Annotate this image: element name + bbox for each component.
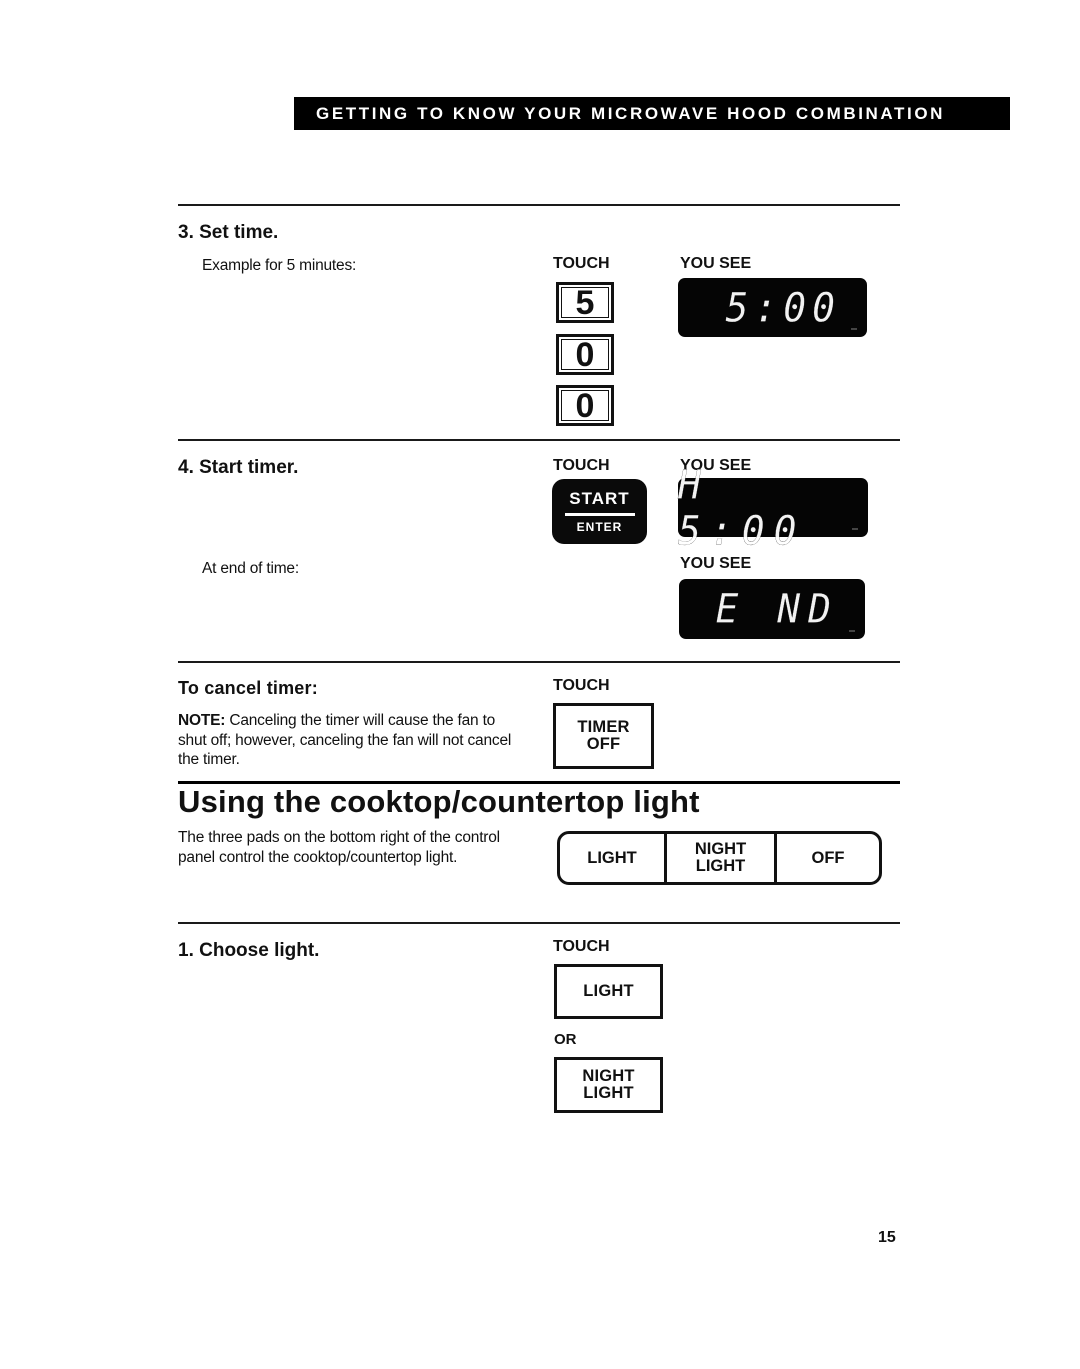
- touch-label: TOUCH: [553, 457, 610, 474]
- example-text: Example for 5 minutes:: [202, 257, 357, 274]
- light-pad-label: LIGHT: [587, 848, 637, 867]
- light-off-pad[interactable]: OFF: [777, 834, 879, 882]
- divider: [178, 204, 900, 206]
- enter-label: ENTER: [576, 520, 623, 534]
- cancel-timer-heading: To cancel timer:: [178, 678, 318, 698]
- number-key-0[interactable]: 0: [556, 385, 614, 426]
- display-readout: E ND: [679, 579, 865, 639]
- night-light-line1: NIGHT: [694, 840, 747, 858]
- display-indicator: [851, 328, 857, 330]
- start-enter-button[interactable]: START ENTER: [552, 479, 647, 544]
- number-key-5[interactable]: 5: [556, 282, 614, 323]
- night-light-pad[interactable]: NIGHT LIGHT: [667, 834, 777, 882]
- cancel-note: NOTE: Canceling the timer will cause the…: [178, 711, 518, 770]
- timer-off-line2: OFF: [586, 735, 621, 753]
- touch-label: TOUCH: [553, 938, 610, 955]
- display-indicator: [852, 528, 858, 530]
- section-heading: Using the cooktop/countertop light: [178, 784, 700, 819]
- display-text: E ND: [715, 585, 839, 633]
- you-see-label: YOU SEE: [680, 255, 752, 272]
- section-banner: GETTING TO KNOW YOUR MICROWAVE HOOD COMB…: [294, 97, 1010, 130]
- display-text: H 5:00: [678, 461, 806, 554]
- night-light-line2: LIGHT: [695, 857, 746, 875]
- divider: [178, 661, 900, 663]
- light-button-label: LIGHT: [583, 982, 634, 1000]
- note-label: NOTE:: [178, 712, 226, 729]
- divider: [178, 439, 900, 441]
- number-key-0[interactable]: 0: [556, 334, 614, 375]
- light-off-label: OFF: [811, 848, 845, 867]
- step-title-start-timer: 4. Start timer.: [178, 457, 299, 478]
- divider: [178, 922, 900, 924]
- page-number: 15: [878, 1229, 896, 1246]
- display-readout: 5:00: [678, 278, 867, 337]
- touch-label: TOUCH: [553, 677, 610, 694]
- note-text: Canceling the timer will cause the fan t…: [178, 712, 512, 768]
- timer-off-line1: TIMER: [577, 718, 630, 736]
- night-light-button-line1: NIGHT: [582, 1067, 635, 1085]
- display-text: 5:00: [725, 284, 841, 331]
- start-divider: [564, 513, 635, 516]
- night-light-button-line2: LIGHT: [583, 1084, 634, 1102]
- you-see-label: YOU SEE: [680, 555, 752, 572]
- start-label: START: [569, 489, 630, 508]
- touch-label: TOUCH: [553, 255, 610, 272]
- or-label: OR: [554, 1031, 577, 1048]
- light-pad[interactable]: LIGHT: [560, 834, 667, 882]
- display-indicator: [849, 630, 855, 632]
- step-title-set-time: 3. Set time.: [178, 222, 279, 243]
- light-description: The three pads on the bottom right of th…: [178, 829, 500, 866]
- banner-title: GETTING TO KNOW YOUR MICROWAVE HOOD COMB…: [316, 103, 946, 123]
- light-control-panel: LIGHT NIGHT LIGHT OFF: [557, 831, 882, 885]
- display-readout: H 5:00: [678, 461, 868, 554]
- timer-off-button[interactable]: TIMER OFF: [553, 703, 654, 769]
- end-of-time-text: At end of time:: [202, 560, 299, 577]
- step-title-choose-light: 1. Choose light.: [178, 940, 320, 961]
- light-button[interactable]: LIGHT: [554, 964, 663, 1019]
- night-light-button[interactable]: NIGHT LIGHT: [554, 1057, 663, 1113]
